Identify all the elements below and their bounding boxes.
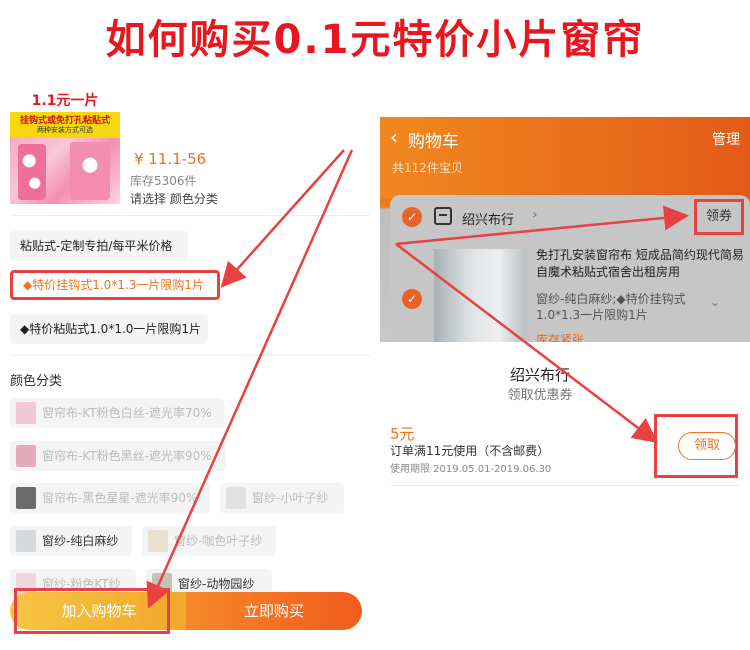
color-chip-label: 窗纱-纯白麻纱 [42,534,119,548]
arrow-to-option [220,149,345,288]
cart-screenshot: ‹ 购物车 管理 共112件宝贝 ✓ 绍兴布行 › 领券 ✓ 免打孔安装窗帘布 … [380,117,750,342]
item-sku[interactable]: 窗纱-纯白麻纱;◆特价挂钩式1.0*1.3一片限购1片 [536,291,716,323]
promo-price-text: 1.1元一片 [31,93,99,109]
option-sticker-special[interactable]: ◆特价粘贴式1.0*1.0一片限购1片 [10,314,208,344]
chevron-right-icon: › [532,207,538,223]
color-chip[interactable]: 窗帘布-KT粉色黑丝-遮光率90% [10,441,226,471]
color-chip[interactable]: 窗帘布-KT粉色白丝-遮光率70% [10,398,224,428]
check-icon[interactable]: ✓ [402,207,422,227]
item-thumbnail[interactable] [434,249,526,342]
coupon-sheet-subtitle: 领取优惠券 [507,388,573,403]
coupon-validity: 使用期限 2019.05.01-2019.06.30 [390,464,552,475]
manage-button[interactable]: 管理 [712,129,740,149]
shop-card: ✓ 绍兴布行 › 领券 ✓ 免打孔安装窗帘布 短成品简约现代简易自魔术粘贴式宿舍… [390,195,750,342]
store-icon [434,207,452,225]
color-chip-label: 窗纱-动物园纱 [178,577,255,591]
item-title[interactable]: 免打孔安装窗帘布 短成品简约现代简易自魔术粘贴式宿舍出租房用 [536,247,746,281]
buy-now-button[interactable]: 立即购买 [186,592,362,630]
stock-count: 库存5306件 [130,174,197,188]
cart-title: 购物车 [408,132,459,152]
curtain-image [10,138,120,204]
back-icon[interactable]: ‹ [390,125,398,149]
color-chip-label: 窗帘布-KT粉色白丝-遮光率70% [42,406,212,420]
get-coupon-button[interactable]: 领券 [694,199,744,235]
promo-banner: 挂钩式或免打孔粘贴式 两种安装方式可选 [10,112,120,138]
price-range: ¥ 11.1-56 [134,150,207,168]
swatch-thumbnail [16,530,36,552]
color-chip[interactable]: 窗纱-小叶子纱 [220,483,344,513]
stock-status: 库存紧张 [536,333,585,342]
color-chip-label: 窗纱-小叶子纱 [252,491,329,505]
add-to-cart-button[interactable]: 加入购物车 [10,592,188,630]
option-sticker-custom[interactable]: 粘贴式-定制专拍/每平米价格 [10,231,188,261]
color-chip-label: 窗纱-粉色KT纱 [42,577,121,591]
coupon-sheet-title: 绍兴布行 [509,366,570,384]
option-hook-special[interactable]: ◆特价挂钩式1.0*1.3一片限购1片 [10,270,220,300]
coupon-value: 5元 [390,425,415,443]
swatch-thumbnail [226,487,246,509]
shop-name[interactable]: 绍兴布行 [462,209,514,228]
divider [10,355,370,356]
divider [390,485,740,486]
color-chip[interactable]: 窗帘布-黑色星星-遮光率90% [10,483,210,513]
cart-header: ‹ 购物车 管理 共112件宝贝 [380,117,750,199]
color-chip[interactable]: 窗纱-咖色叶子纱 [142,526,276,556]
color-chip-label: 窗纱-咖色叶子纱 [174,534,263,548]
swatch-thumbnail [16,402,36,424]
selection-prompt: 请选择 颜色分类 [130,192,218,206]
claim-coupon-button[interactable]: 领取 [678,432,736,460]
product-thumbnail[interactable]: 1.1元一片 挂钩式或免打孔粘贴式 两种安装方式可选 [10,92,120,204]
divider [10,215,370,216]
chevron-down-icon[interactable]: ⌄ [710,295,720,309]
swatch-thumbnail [16,487,36,509]
check-icon[interactable]: ✓ [402,289,422,309]
swatch-thumbnail [16,445,36,467]
color-chip-label: 窗帘布-黑色星星-遮光率90% [42,491,198,505]
color-chip[interactable]: 窗纱-纯白麻纱 [10,526,132,556]
color-section-title: 颜色分类 [10,374,63,389]
page-headline: 如何购买0.1元特价小片窗帘 [105,17,645,63]
coupon-condition: 订单满11元使用（不含邮费） [390,444,550,458]
cart-item-count: 共112件宝贝 [392,161,463,175]
swatch-thumbnail [148,530,168,552]
color-chip-label: 窗帘布-KT粉色黑丝-遮光率90% [42,449,212,463]
promo-line-2: 两种安装方式可选 [37,126,93,134]
